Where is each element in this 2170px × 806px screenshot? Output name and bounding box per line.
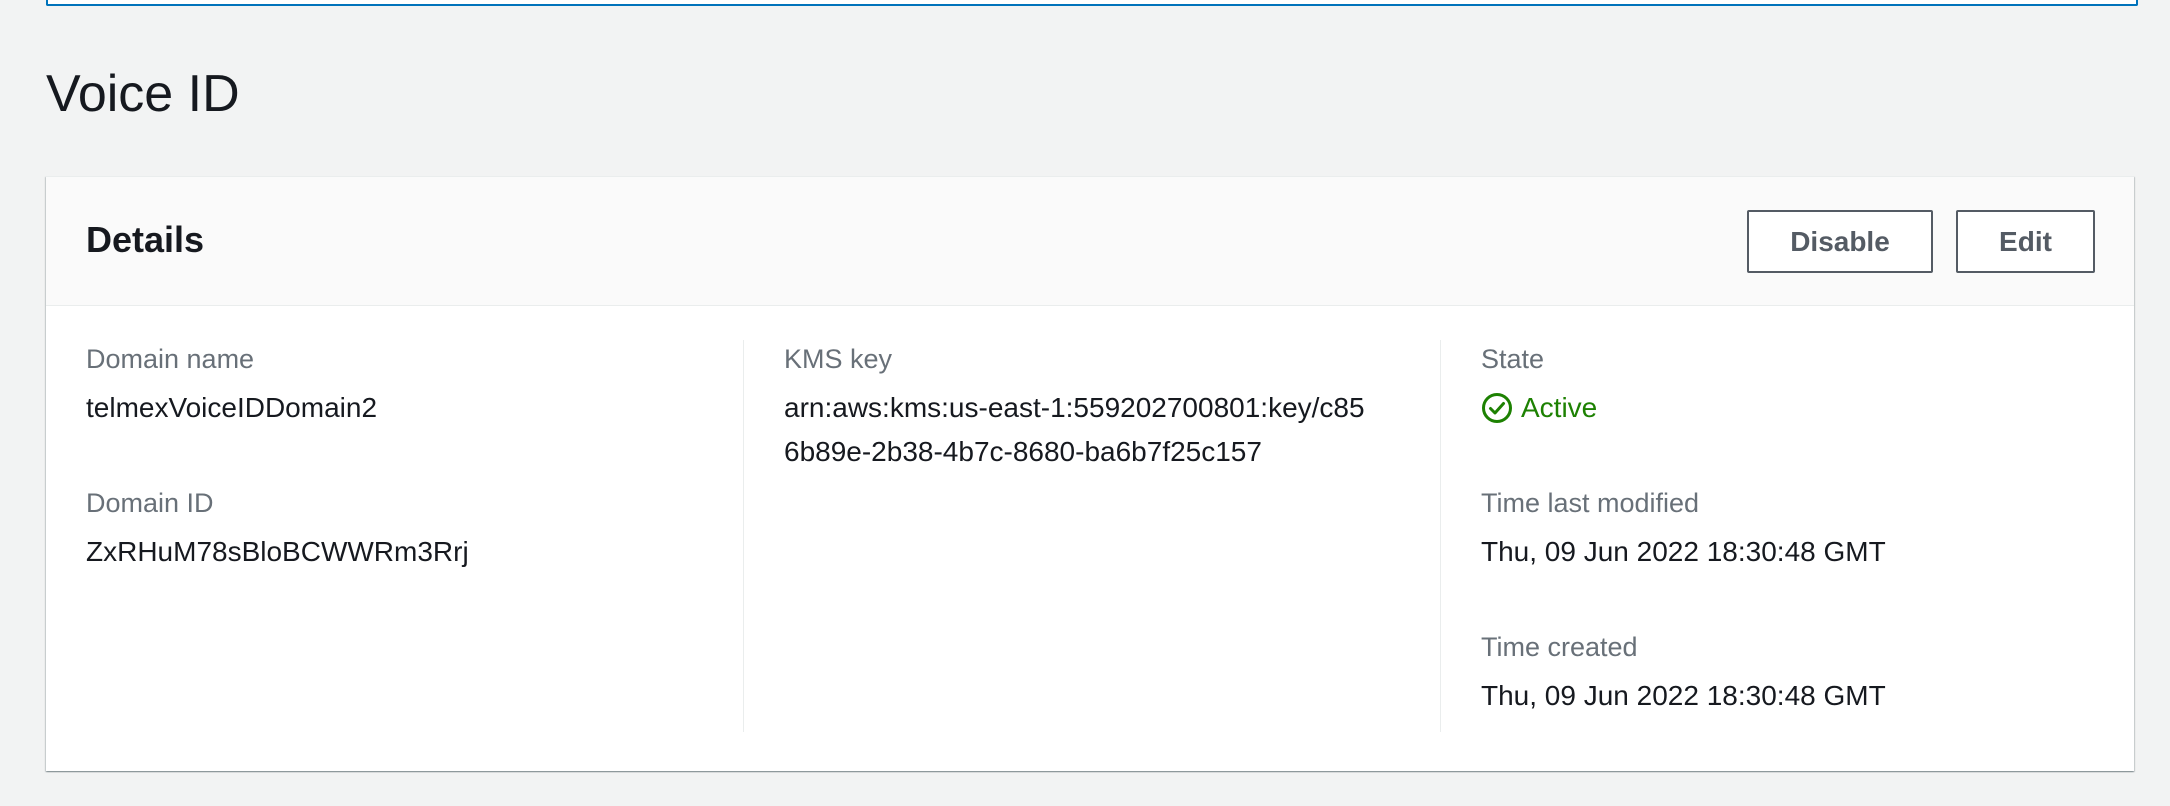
time-last-modified-value: Thu, 09 Jun 2022 18:30:48 GMT xyxy=(1481,536,1886,567)
kms-key-field: KMS key arn:aws:kms:us-east-1:5592027008… xyxy=(784,340,1374,474)
domain-id-field: Domain ID ZxRHuM78sBloBCWWRm3Rrj xyxy=(86,484,686,574)
details-column-domain: Domain name telmexVoiceIDDomain2 Domain … xyxy=(46,340,745,732)
domain-name-label: Domain name xyxy=(86,344,255,374)
disable-button[interactable]: Disable xyxy=(1747,210,1933,273)
kms-key-value: arn:aws:kms:us-east-1:559202700801:key/c… xyxy=(784,392,1365,467)
time-last-modified-label: Time last modified xyxy=(1481,488,1700,518)
state-status: Active xyxy=(1481,386,2081,430)
details-panel-header: Details Disable Edit xyxy=(46,177,2134,306)
status-success-icon xyxy=(1482,393,1512,423)
details-column-kms: KMS key arn:aws:kms:us-east-1:5592027008… xyxy=(743,340,1443,732)
top-container-edge xyxy=(46,0,2138,6)
domain-name-field: Domain name telmexVoiceIDDomain2 xyxy=(86,340,686,430)
time-created-field: Time created Thu, 09 Jun 2022 18:30:48 G… xyxy=(1481,628,2081,718)
details-title: Details xyxy=(86,219,205,260)
time-created-value: Thu, 09 Jun 2022 18:30:48 GMT xyxy=(1481,680,1886,711)
state-value: Active xyxy=(1521,392,1598,423)
domain-id-value: ZxRHuM78sBloBCWWRm3Rrj xyxy=(86,536,469,567)
kms-key-label: KMS key xyxy=(784,344,893,374)
details-panel: Details Disable Edit Domain name telmexV… xyxy=(46,176,2134,771)
state-field: State Active xyxy=(1481,340,2081,430)
edit-button[interactable]: Edit xyxy=(1956,210,2095,273)
page-title: Voice ID xyxy=(46,65,240,123)
domain-name-value: telmexVoiceIDDomain2 xyxy=(86,392,378,423)
time-created-label: Time created xyxy=(1481,632,1638,662)
time-last-modified-field: Time last modified Thu, 09 Jun 2022 18:3… xyxy=(1481,484,2081,574)
details-column-state: State Active Time last modified Thu, 09 … xyxy=(1440,340,2140,732)
state-label: State xyxy=(1481,344,1545,374)
domain-id-label: Domain ID xyxy=(86,488,214,518)
